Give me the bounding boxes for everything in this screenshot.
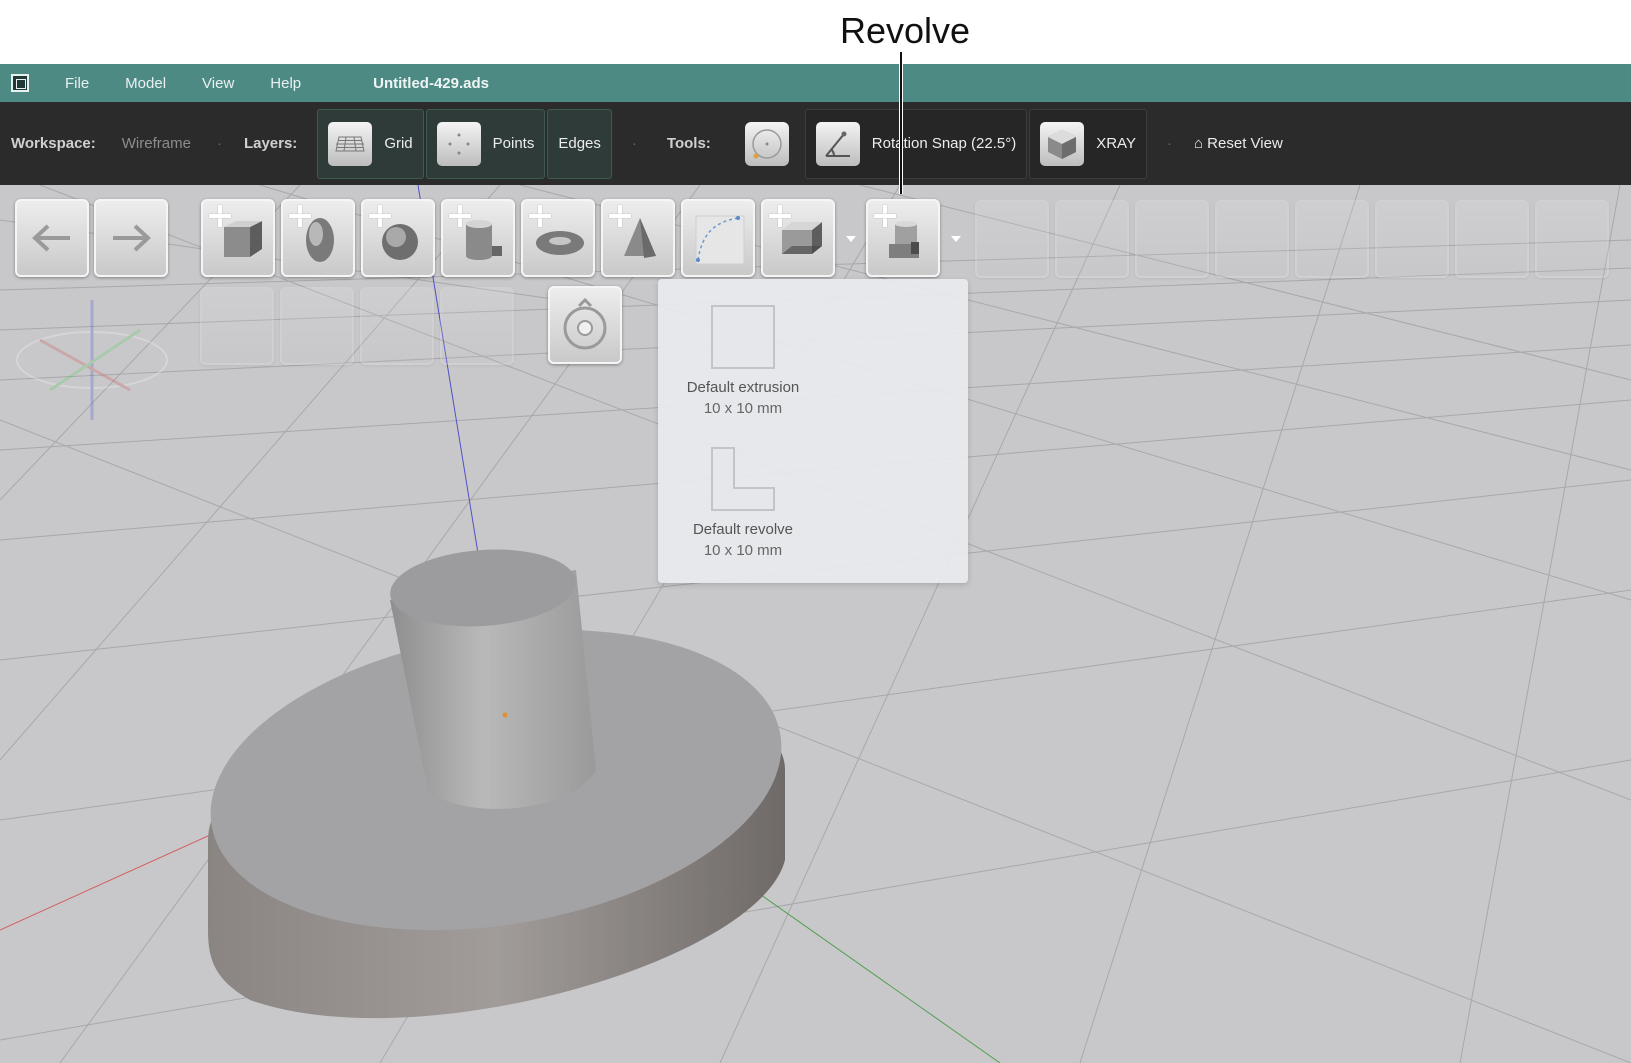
- menu-view[interactable]: View: [202, 75, 234, 92]
- layers-label: Layers:: [243, 135, 298, 152]
- default-revolve-option[interactable]: Default revolve 10 x 10 mm: [658, 447, 828, 559]
- add-extrusion-button[interactable]: [761, 199, 835, 277]
- arrow-left-icon: [32, 224, 70, 252]
- toolbar: Workspace: Wireframe · Layers: Grid Poin…: [0, 102, 1631, 185]
- edges-toggle-label: Edges: [558, 135, 601, 152]
- mirror-left-button[interactable]: [1455, 200, 1529, 278]
- xray-label: XRAY: [1096, 135, 1136, 152]
- view-front-button[interactable]: [200, 287, 274, 365]
- default-extrusion-size: 10 x 10 mm: [703, 400, 783, 417]
- curve-icon: [695, 215, 745, 265]
- pattern-button[interactable]: [1295, 200, 1369, 278]
- points-toggle-label: Points: [492, 135, 535, 152]
- array-button[interactable]: [1215, 200, 1289, 278]
- plus-icon: [874, 205, 896, 227]
- revolve-axis-tool-button[interactable]: [548, 286, 622, 364]
- edges-toggle[interactable]: Edges: [547, 108, 612, 179]
- xray-cube-icon: [1040, 121, 1085, 166]
- revolve-annotation: Revolve: [839, 10, 971, 51]
- plus-icon: [609, 205, 631, 227]
- add-sphere-button[interactable]: [361, 199, 435, 277]
- grid-toggle-label: Grid: [384, 135, 413, 152]
- revolve-axis-icon: [563, 297, 607, 350]
- menu-help[interactable]: Help: [270, 75, 301, 92]
- menu-model[interactable]: Model: [125, 75, 166, 92]
- default-revolve-title: Default revolve: [692, 521, 794, 538]
- menu-file[interactable]: File: [65, 75, 89, 92]
- add-torus-button[interactable]: [521, 199, 595, 277]
- add-cylinder-button[interactable]: [441, 199, 515, 277]
- add-cone-button[interactable]: [601, 199, 675, 277]
- points-icon: [436, 121, 481, 166]
- add-revolve-button[interactable]: [866, 199, 940, 277]
- plus-icon: [769, 205, 791, 227]
- xray-toggle[interactable]: XRAY: [1029, 108, 1147, 179]
- plus-icon: [289, 205, 311, 227]
- revolve-profile-dropdown: Default extrusion 10 x 10 mm Default rev…: [658, 279, 968, 583]
- separator-dot: ·: [631, 135, 637, 152]
- plus-icon: [449, 205, 471, 227]
- menu-bar: File Model View Help Untitled-429.ads: [0, 64, 1631, 102]
- import-button[interactable]: [1375, 200, 1449, 278]
- view-side-button[interactable]: [280, 287, 354, 365]
- undo-button[interactable]: [15, 199, 89, 277]
- view-right-button[interactable]: [360, 287, 434, 365]
- plus-icon: [529, 205, 551, 227]
- workspace-select[interactable]: Wireframe: [122, 135, 191, 152]
- separator-dot: ·: [216, 135, 222, 152]
- grid-icon: [328, 121, 373, 166]
- view-back-button[interactable]: [440, 287, 514, 365]
- add-curve-button[interactable]: [681, 199, 755, 277]
- mirror-right-button[interactable]: [1535, 200, 1609, 278]
- annotation-pointer-line: [899, 52, 903, 194]
- square-profile-icon: [711, 305, 775, 369]
- separator-dot: ·: [1166, 135, 1172, 152]
- document-title: Untitled-429.ads: [373, 74, 490, 92]
- app-logo-icon: [11, 74, 29, 92]
- tools-label: Tools:: [666, 135, 711, 152]
- revolve-dropdown-arrow-icon[interactable]: [951, 236, 961, 242]
- workspace-label: Workspace:: [11, 135, 96, 152]
- plus-icon: [369, 205, 391, 227]
- extrusion-dropdown-arrow-icon[interactable]: [846, 236, 856, 242]
- grid-toggle[interactable]: Grid: [317, 108, 424, 179]
- points-toggle[interactable]: Points: [425, 108, 546, 179]
- default-revolve-size: 10 x 10 mm: [703, 542, 783, 559]
- reset-view-button[interactable]: ⌂ Reset View: [1194, 135, 1283, 152]
- redo-button[interactable]: [94, 199, 168, 277]
- snap-target-button[interactable]: [744, 121, 789, 166]
- rotation-snap-icon: [815, 121, 860, 166]
- plus-icon: [209, 205, 231, 227]
- default-extrusion-option[interactable]: Default extrusion 10 x 10 mm: [658, 305, 828, 417]
- arrow-right-icon: [113, 224, 151, 252]
- boolean-union-button[interactable]: [975, 200, 1049, 278]
- l-profile-icon: [711, 447, 775, 511]
- rotation-snap-label: Rotation Snap (22.5°): [871, 135, 1017, 152]
- boolean-subtract-button[interactable]: [1055, 200, 1129, 278]
- rotation-snap-toggle[interactable]: Rotation Snap (22.5°): [804, 108, 1028, 179]
- boolean-intersect-button[interactable]: [1135, 200, 1209, 278]
- add-box-button[interactable]: [201, 199, 275, 277]
- add-ellipsoid-button[interactable]: [281, 199, 355, 277]
- default-extrusion-title: Default extrusion: [686, 379, 800, 396]
- orientation-gizmo[interactable]: [16, 300, 168, 420]
